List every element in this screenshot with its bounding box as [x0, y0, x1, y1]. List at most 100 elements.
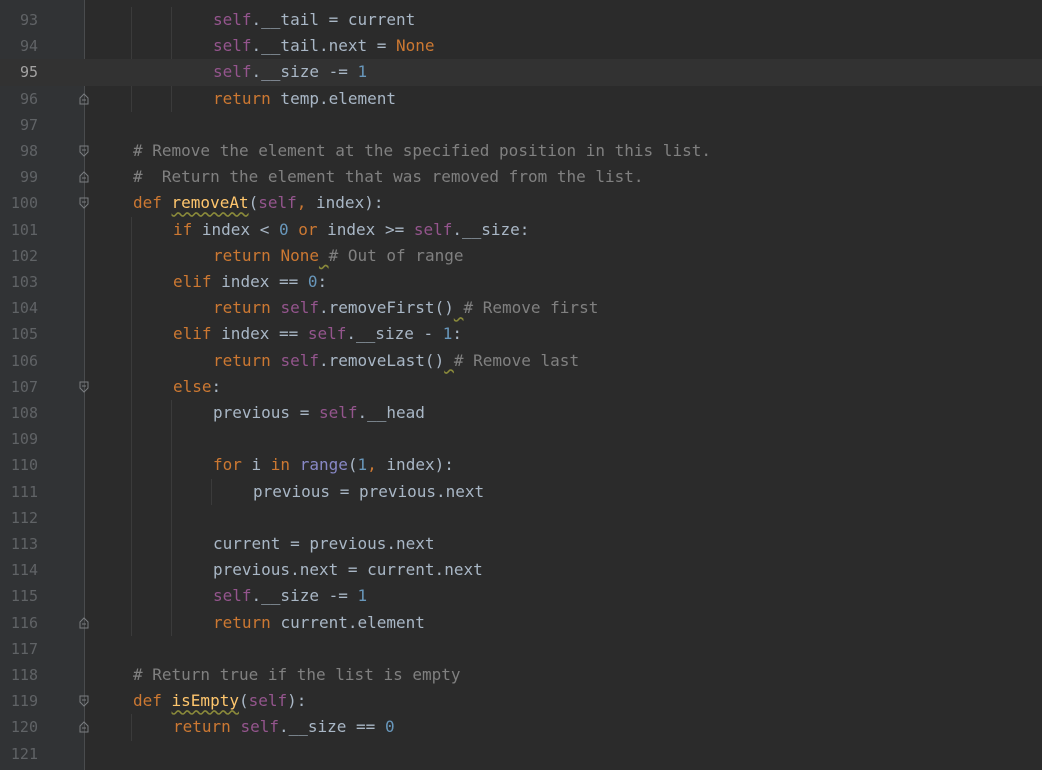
code-line[interactable]: 99 # Return the element that was removed …: [0, 164, 1042, 190]
code-line[interactable]: 109: [0, 426, 1042, 452]
code-line[interactable]: 96 return temp.element: [0, 86, 1042, 112]
code-line[interactable]: 112: [0, 505, 1042, 531]
line-number[interactable]: 119: [0, 688, 38, 714]
keyword-token: ,: [367, 455, 387, 475]
code-text[interactable]: self.__tail = current: [213, 7, 415, 33]
code-line[interactable]: 119 def isEmpty(self):: [0, 688, 1042, 714]
code-line[interactable]: 118 # Return true if the list is empty: [0, 662, 1042, 688]
code-text[interactable]: for i in range(1, index):: [213, 452, 454, 478]
code-text[interactable]: def removeAt(self, index):: [133, 190, 383, 216]
identifier-token: index ==: [221, 324, 308, 344]
code-line[interactable]: 117: [0, 636, 1042, 662]
code-line[interactable]: 105 elif index == self.__size - 1:: [0, 321, 1042, 347]
code-line[interactable]: 116 return current.element: [0, 610, 1042, 636]
code-line[interactable]: 94 self.__tail.next = None: [0, 33, 1042, 59]
line-number[interactable]: 120: [0, 714, 38, 740]
keyword-token: None: [396, 36, 435, 56]
code-line[interactable]: 95 self.__size -= 1: [0, 59, 1042, 86]
code-text[interactable]: previous.next = current.next: [213, 557, 483, 583]
code-line[interactable]: 107 else:: [0, 374, 1042, 400]
line-number[interactable]: 117: [0, 636, 38, 662]
fold-collapse-icon[interactable]: [79, 695, 89, 707]
line-number[interactable]: 98: [0, 138, 38, 164]
code-line[interactable]: 115 self.__size -= 1: [0, 583, 1042, 609]
code-text[interactable]: self.__size -= 1: [213, 59, 367, 85]
line-number[interactable]: 114: [0, 557, 38, 583]
code-text[interactable]: # Return true if the list is empty: [133, 662, 461, 688]
code-text[interactable]: def isEmpty(self):: [133, 688, 306, 714]
code-line[interactable]: 97: [0, 112, 1042, 138]
code-text[interactable]: self.__size -= 1: [213, 583, 367, 609]
line-number[interactable]: 94: [0, 33, 38, 59]
line-number[interactable]: 108: [0, 400, 38, 426]
code-line[interactable]: 108 previous = self.__head: [0, 400, 1042, 426]
code-line[interactable]: 98 # Remove the element at the specified …: [0, 138, 1042, 164]
code-line[interactable]: 100 def removeAt(self, index):: [0, 190, 1042, 216]
code-line[interactable]: 110 for i in range(1, index):: [0, 452, 1042, 478]
code-text[interactable]: return self.removeLast() # Remove last: [213, 348, 579, 374]
code-line[interactable]: 102 return None # Out of range: [0, 243, 1042, 269]
fold-collapse-icon[interactable]: [79, 197, 89, 210]
line-number[interactable]: 97: [0, 112, 38, 138]
line-number[interactable]: 102: [0, 243, 38, 269]
code-line[interactable]: 93 self.__tail = current: [0, 7, 1042, 33]
code-line[interactable]: 113 current = previous.next: [0, 531, 1042, 557]
line-number[interactable]: 107: [0, 374, 38, 400]
code-line[interactable]: 121: [0, 741, 1042, 767]
fold-end-icon[interactable]: [79, 721, 89, 733]
line-number[interactable]: 101: [0, 217, 38, 243]
code-line[interactable]: 101 if index < 0 or index >= self.__size:: [0, 217, 1042, 243]
code-text[interactable]: # Remove the element at the specified po…: [133, 138, 711, 164]
line-number[interactable]: 104: [0, 295, 38, 321]
line-number[interactable]: 99: [0, 164, 38, 190]
line-number[interactable]: 121: [0, 741, 38, 767]
code-text[interactable]: elif index == 0:: [173, 269, 327, 295]
line-number[interactable]: 110: [0, 452, 38, 478]
line-number[interactable]: 96: [0, 86, 38, 112]
code-text[interactable]: current = previous.next: [213, 531, 435, 557]
code-line[interactable]: 114 previous.next = current.next: [0, 557, 1042, 583]
identifier-token: .__head: [357, 403, 425, 422]
line-number[interactable]: 95: [0, 59, 38, 85]
line-number[interactable]: 116: [0, 610, 38, 636]
code-text[interactable]: return temp.element: [213, 86, 396, 112]
line-number[interactable]: 111: [0, 479, 38, 505]
fold-end-icon[interactable]: [79, 92, 89, 105]
code-editor[interactable]: 93 self.__tail = current 94 self.__tail.nex…: [0, 0, 1042, 770]
identifier-token: .__tail = current: [251, 10, 416, 29]
code-text[interactable]: else:: [173, 374, 221, 400]
code-text[interactable]: return None # Out of range: [213, 243, 463, 269]
code-line[interactable]: 103 elif index == 0:: [0, 269, 1042, 295]
code-line[interactable]: 106 return self.removeLast() # Remove las…: [0, 348, 1042, 374]
fold-end-icon[interactable]: [79, 171, 89, 183]
line-number[interactable]: 115: [0, 583, 38, 609]
code-line[interactable]: 111 previous = previous.next: [0, 479, 1042, 505]
code-text[interactable]: if index < 0 or index >= self.__size:: [173, 217, 529, 243]
code-text[interactable]: # Return the element that was removed fr…: [133, 164, 644, 190]
code-text[interactable]: elif index == self.__size - 1:: [173, 321, 462, 347]
fold-collapse-icon[interactable]: [79, 145, 89, 157]
line-number[interactable]: 105: [0, 321, 38, 347]
code-lines[interactable]: 93 self.__tail = current 94 self.__tail.nex…: [0, 0, 1042, 770]
code-text[interactable]: previous = previous.next: [253, 479, 484, 505]
code-text[interactable]: return self.__size == 0: [173, 714, 395, 740]
line-number[interactable]: 103: [0, 269, 38, 295]
code-text[interactable]: previous = self.__head: [213, 400, 425, 426]
line-number[interactable]: 113: [0, 531, 38, 557]
comment-token: # Out of range: [328, 245, 464, 265]
fold-collapse-icon[interactable]: [79, 381, 89, 393]
code-line[interactable]: 120 return self.__size == 0: [0, 714, 1042, 740]
code-line[interactable]: 104 return self.removeFirst() # Remove fi…: [0, 295, 1042, 321]
comment-token: # Remove first: [463, 298, 599, 318]
identifier-token: index <: [201, 219, 279, 239]
code-text[interactable]: return self.removeFirst() # Remove first: [213, 295, 598, 321]
line-number[interactable]: 100: [0, 190, 38, 216]
line-number[interactable]: 93: [0, 7, 38, 33]
code-text[interactable]: self.__tail.next = None: [213, 33, 435, 59]
line-number[interactable]: 118: [0, 662, 38, 688]
line-number[interactable]: 109: [0, 426, 38, 452]
line-number[interactable]: 106: [0, 348, 38, 374]
fold-end-icon[interactable]: [79, 616, 89, 629]
line-number[interactable]: 112: [0, 505, 38, 531]
code-text[interactable]: return current.element: [213, 610, 425, 636]
